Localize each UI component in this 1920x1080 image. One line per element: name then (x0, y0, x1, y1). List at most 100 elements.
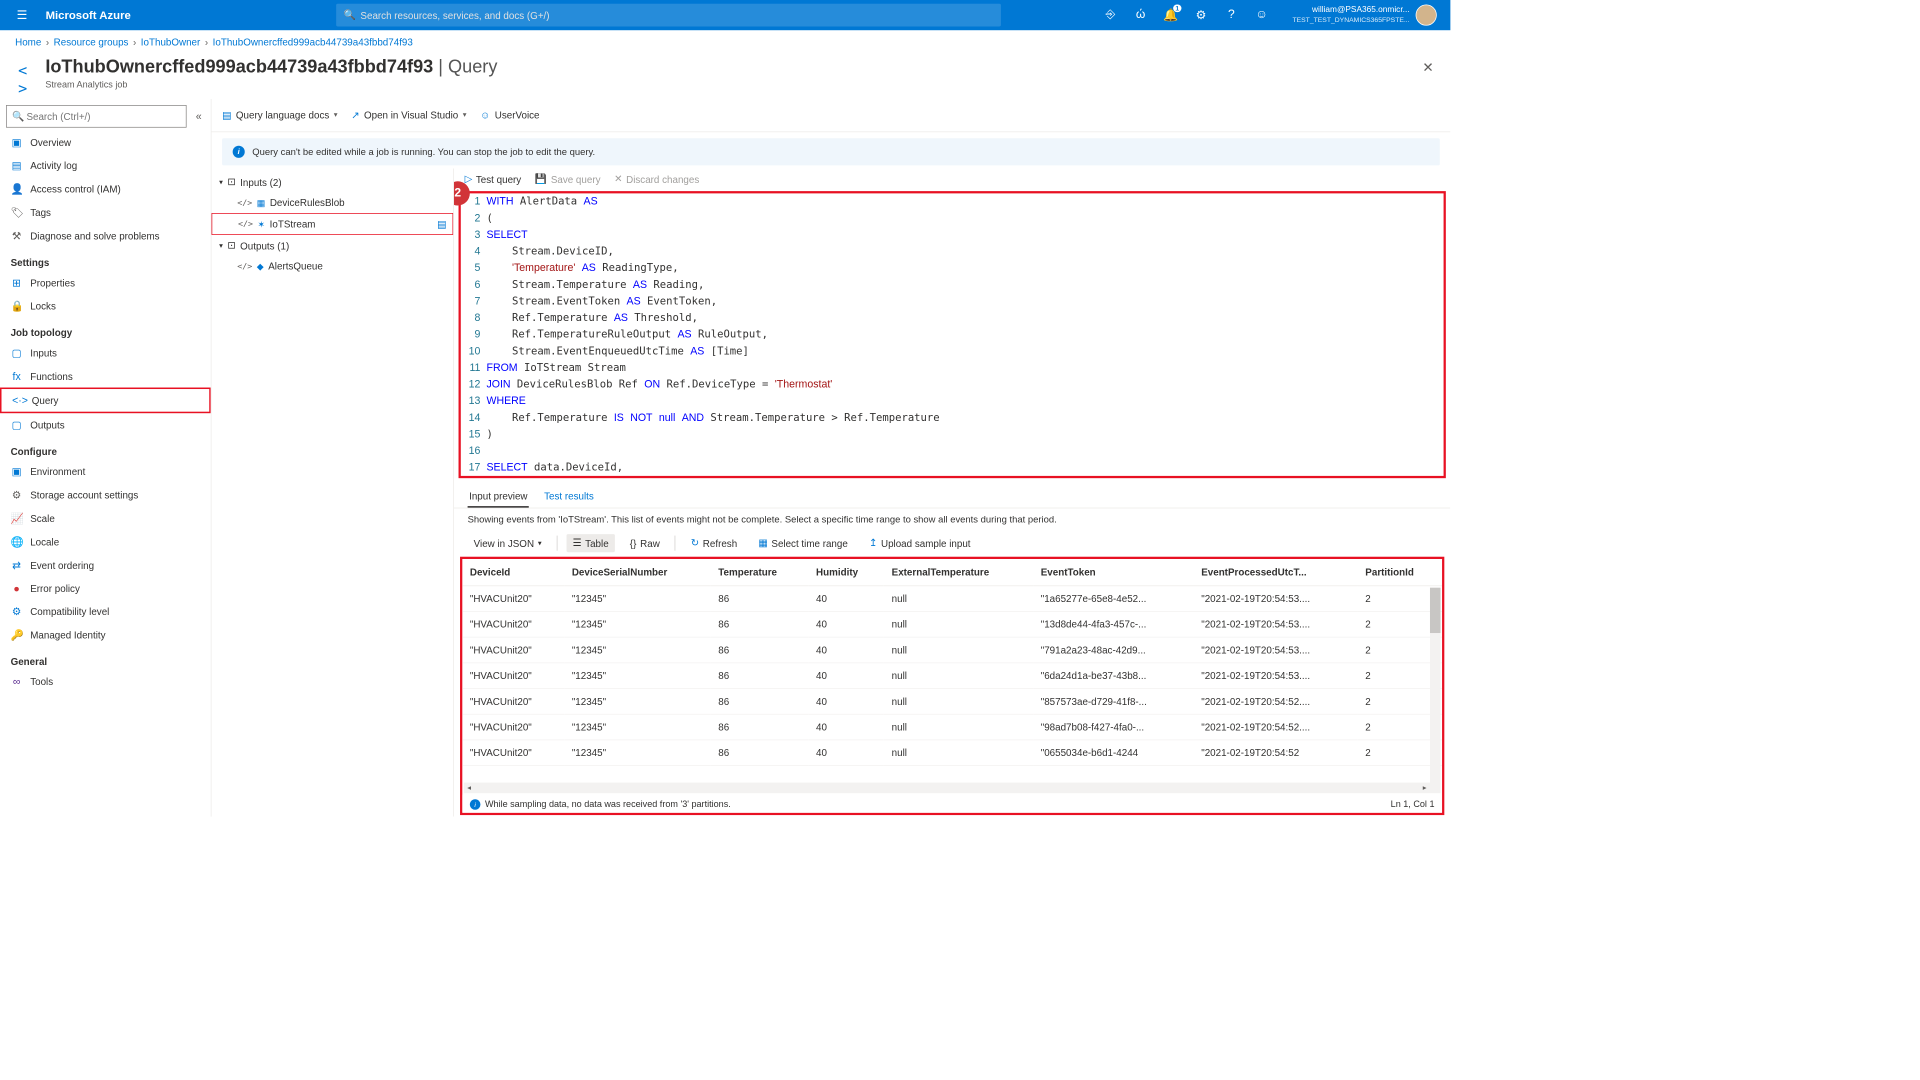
select-time-range-button[interactable]: ▦Select time range (752, 534, 854, 552)
code-line[interactable]: 13WHERE (461, 393, 1444, 410)
cloud-shell-icon[interactable]: ⎆ (1095, 0, 1125, 30)
nav-outputs[interactable]: ▢Outputs (0, 413, 211, 436)
nav-iam[interactable]: 👤Access control (IAM) (0, 178, 211, 201)
code-line[interactable]: 14 Ref.Temperature IS NOT null AND Strea… (461, 409, 1444, 426)
column-header[interactable]: EventProcessedUtcT... (1194, 559, 1358, 586)
table-row[interactable]: "HVACUnit20""12345"8640null"791a2a23-48a… (462, 637, 1442, 663)
nav-locks[interactable]: 🔒Locks (0, 295, 211, 318)
nav-event-ordering[interactable]: ⇄Event ordering (0, 554, 211, 577)
view-json-button[interactable]: View in JSON▾ (468, 534, 548, 551)
code-line[interactable]: 3SELECT (461, 227, 1444, 244)
horizontal-scrollbar[interactable]: ◂▸ (464, 783, 1430, 794)
code-line[interactable]: 9 Ref.TemperatureRuleOutput AS RuleOutpu… (461, 326, 1444, 343)
nav-diagnose[interactable]: ⚒Diagnose and solve problems (0, 224, 211, 247)
column-header[interactable]: PartitionId (1358, 559, 1442, 586)
cursor-position: Ln 1, Col 1 (1391, 798, 1435, 809)
query-editor[interactable]: 2 1WITH AlertData AS2(3SELECT4 Stream.De… (459, 191, 1446, 478)
upload-sample-button[interactable]: ↥Upload sample input (863, 534, 977, 552)
cmd-open-vs[interactable]: ↗Open in Visual Studio▾ (351, 109, 466, 121)
code-line[interactable]: 1WITH AlertData AS (461, 193, 1444, 210)
notifications-icon[interactable]: 🔔1 (1156, 0, 1186, 30)
nav-activity-log[interactable]: ▤Activity log (0, 154, 211, 177)
code-line[interactable]: 12JOIN DeviceRulesBlob Ref ON Ref.Device… (461, 376, 1444, 393)
nav-properties[interactable]: ⊞Properties (0, 271, 211, 294)
code-line[interactable]: 7 Stream.EventToken AS EventToken, (461, 293, 1444, 310)
code-line[interactable]: 8 Ref.Temperature AS Threshold, (461, 310, 1444, 327)
global-search-input[interactable] (336, 4, 1001, 27)
tab-input-preview[interactable]: Input preview (468, 486, 529, 508)
crumb-rg[interactable]: Resource groups (54, 36, 129, 47)
code-line[interactable]: 5 'Temperature' AS ReadingType, (461, 260, 1444, 277)
test-query-button[interactable]: ▷Test query (465, 173, 522, 185)
code-line[interactable]: 6 Stream.Temperature AS Reading, (461, 276, 1444, 293)
table-row[interactable]: "HVACUnit20""12345"8640null"0655034e-b6d… (462, 740, 1442, 766)
code-line[interactable]: 4 Stream.DeviceID, (461, 243, 1444, 260)
nav-managed-identity[interactable]: 🔑Managed Identity (0, 623, 211, 646)
column-header[interactable]: DeviceSerialNumber (564, 559, 710, 586)
nav-overview[interactable]: ▣Overview (0, 131, 211, 154)
refresh-button[interactable]: ↻Refresh (685, 534, 743, 552)
code-line[interactable]: 11FROM IoTStream Stream (461, 360, 1444, 377)
hamburger-icon[interactable]: ☰ (8, 8, 37, 23)
code-line[interactable]: 2( (461, 210, 1444, 227)
table-row[interactable]: "HVACUnit20""12345"8640null"6da24d1a-be3… (462, 663, 1442, 689)
settings-icon[interactable]: ⚙ (1186, 0, 1216, 30)
table-row[interactable]: "HVACUnit20""12345"8640null"1a65277e-65e… (462, 586, 1442, 612)
code-line[interactable]: 16 (461, 443, 1444, 460)
crumb-resource[interactable]: IoThubOwnercffed999acb44739a43fbbd74f93 (213, 36, 413, 47)
nav-error-policy[interactable]: ●Error policy (0, 577, 211, 600)
outputs-group[interactable]: ▾⊡Outputs (1) (212, 235, 454, 256)
nav-query[interactable]: <·>Query (0, 388, 211, 414)
nav-functions[interactable]: fxFunctions (0, 365, 211, 388)
column-header[interactable]: Humidity (808, 559, 884, 586)
upload-icon: ↥ (869, 537, 877, 549)
code-line[interactable]: 15) (461, 426, 1444, 443)
global-search[interactable]: 🔍 (336, 4, 1001, 27)
cell: 40 (808, 689, 884, 715)
nav-scale[interactable]: 📈Scale (0, 507, 211, 530)
crumb-home[interactable]: Home (15, 36, 41, 47)
section-job-topology: Job topology (0, 318, 211, 341)
filter-icon[interactable]: ώ (1126, 0, 1156, 30)
error-icon: ● (11, 582, 23, 594)
user-menu[interactable]: william@PSA365.onmicr... TEST_TEST_DYNAM… (1277, 5, 1443, 26)
nav-tools[interactable]: ∞Tools (0, 670, 211, 693)
input-iotstream[interactable]: </>✶IoTStream▤ (212, 213, 454, 235)
table-row[interactable]: "HVACUnit20""12345"8640null"98ad7b08-f42… (462, 714, 1442, 740)
column-header[interactable]: ExternalTemperature (884, 559, 1033, 586)
view-table-button[interactable]: ☰Table (567, 534, 615, 552)
code-line[interactable]: 17SELECT data.DeviceId, (461, 459, 1444, 476)
close-icon[interactable]: ✕ (1422, 60, 1433, 76)
help-icon[interactable]: ? (1216, 0, 1246, 30)
menu-search-input[interactable] (6, 105, 187, 128)
nav-locale[interactable]: 🌐Locale (0, 530, 211, 553)
inputs-group[interactable]: ▾⊡Inputs (2) (212, 171, 454, 192)
crumb-owner[interactable]: IoThubOwner (141, 36, 200, 47)
table-row[interactable]: "HVACUnit20""12345"8640null"13d8de44-4fa… (462, 611, 1442, 637)
column-header[interactable]: EventToken (1033, 559, 1193, 586)
search-icon: 🔍 (12, 110, 24, 122)
table-row[interactable]: "HVACUnit20""12345"8640null"857573ae-d72… (462, 689, 1442, 715)
results-grid[interactable]: DeviceIdDeviceSerialNumberTemperatureHum… (462, 559, 1442, 795)
input-devicerulesblob[interactable]: </>▦DeviceRulesBlob (212, 193, 454, 213)
nav-storage[interactable]: ⚙Storage account settings (0, 483, 211, 506)
nav-environment[interactable]: ▣Environment (0, 460, 211, 483)
column-header[interactable]: Temperature (711, 559, 809, 586)
preview-icon[interactable]: ▤ (437, 218, 446, 230)
column-header[interactable]: DeviceId (462, 559, 564, 586)
output-alertsqueue[interactable]: </>◆AlertsQueue (212, 256, 454, 276)
cell: "2021-02-19T20:54:53.... (1194, 611, 1358, 637)
nav-inputs[interactable]: ▢Inputs (0, 341, 211, 364)
tab-test-results[interactable]: Test results (543, 486, 596, 508)
feedback-icon[interactable]: ☺ (1246, 0, 1276, 30)
code-line[interactable]: 10 Stream.EventEnqueuedUtcTime AS [Time] (461, 343, 1444, 360)
vertical-scrollbar[interactable] (1430, 588, 1441, 793)
info-banner: i Query can't be edited while a job is r… (222, 138, 1440, 165)
nav-tags[interactable]: 🏷Tags (0, 201, 211, 224)
view-raw-button[interactable]: {}Raw (624, 534, 666, 551)
cmd-query-docs[interactable]: ▤Query language docs▾ (222, 109, 338, 121)
cmd-uservoice[interactable]: ☺UserVoice (480, 110, 539, 121)
nav-compat[interactable]: ⚙Compatibility level (0, 600, 211, 623)
discard-changes-button: ✕Discard changes (614, 173, 699, 185)
collapse-menu-icon[interactable]: « (193, 107, 205, 125)
